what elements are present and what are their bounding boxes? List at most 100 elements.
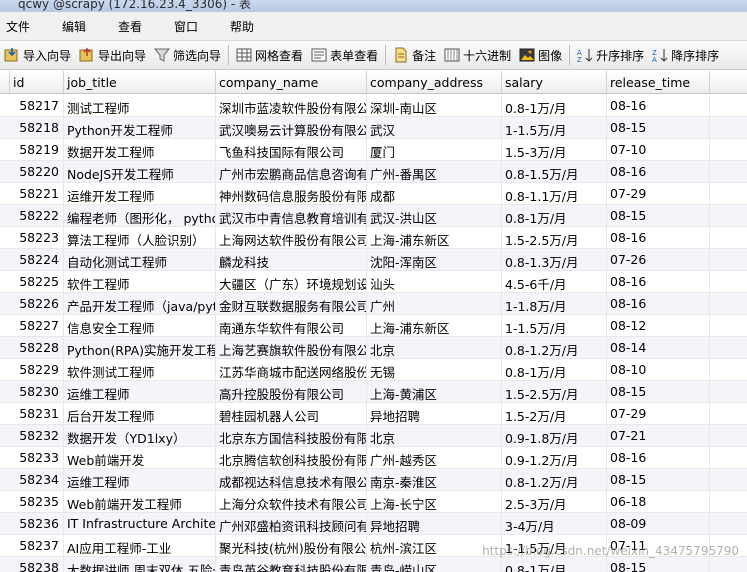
cell-job-title[interactable]: NodeJS开发工程师 [64, 161, 216, 182]
cell-company-name[interactable]: 上海艺赛旗软件股份有限公司 [216, 337, 367, 358]
column-header-release-time[interactable]: release_time [607, 71, 710, 93]
cell-company-address[interactable]: 厦门 [367, 139, 502, 160]
cell-salary[interactable]: 4.5-6千/月 [502, 271, 607, 292]
cell-company-name[interactable]: 麟龙科技 [216, 249, 367, 270]
cell-release-time[interactable]: 07-21 [607, 425, 710, 446]
menu-file[interactable]: 文件 [6, 18, 56, 35]
cell-id[interactable]: 58230 [10, 381, 64, 402]
cell-id[interactable]: 58218 [10, 117, 64, 138]
cell-salary[interactable]: 1-1.8万/月 [502, 293, 607, 314]
column-header-id[interactable]: id [10, 71, 64, 93]
row-gutter[interactable] [0, 337, 10, 358]
table-row[interactable]: 58236 IT Infrastructure Architect 广州邓盛柏资讯科… [0, 513, 747, 535]
row-gutter[interactable] [0, 513, 10, 534]
cell-company-name[interactable]: 大疆区（广东）环境规划设计 [216, 271, 367, 292]
data-grid[interactable]: id job_title company_name company_addres… [0, 71, 747, 572]
hex-button[interactable]: 十六进制 [440, 43, 515, 67]
menu-edit[interactable]: 编辑 [62, 18, 112, 35]
row-gutter[interactable] [0, 227, 10, 248]
cell-job-title[interactable]: 数据开发工程师 [64, 139, 216, 160]
cell-company-address[interactable]: 上海-黄浦区 [367, 381, 502, 402]
cell-salary[interactable]: 0.8-1.5万/月 [502, 161, 607, 182]
cell-company-name[interactable]: 神州数码信息服务股份有限公司 [216, 183, 367, 204]
table-row[interactable]: 58225 软件工程师 大疆区（广东）环境规划设计 汕头 4.5-6千/月 08-16 [0, 271, 747, 293]
cell-id[interactable]: 58234 [10, 469, 64, 490]
cell-job-title[interactable]: Web前端开发工程师 [64, 491, 216, 512]
cell-company-address[interactable]: 沈阳-浑南区 [367, 249, 502, 270]
cell-id[interactable]: 58236 [10, 513, 64, 534]
cell-salary[interactable]: 1.5-2.5万/月 [502, 381, 607, 402]
cell-job-title[interactable]: 运维工程师 [64, 381, 216, 402]
table-row[interactable]: 58219 数据开发工程师 飞鱼科技国际有限公司 厦门 1.5-3万/月 07-10 [0, 139, 747, 161]
cell-release-time[interactable]: 08-16 [607, 227, 710, 248]
cell-release-time[interactable]: 07-26 [607, 249, 710, 270]
cell-id[interactable]: 58232 [10, 425, 64, 446]
table-row[interactable]: 58230 运维工程师 高升控股股份有限公司 上海-黄浦区 1.5-2.5万/月 08-1… [0, 381, 747, 403]
cell-company-address[interactable]: 广州-番禺区 [367, 161, 502, 182]
row-gutter[interactable] [0, 183, 10, 204]
table-row[interactable]: 58231 后台开发工程师 碧桂园机器人公司 异地招聘 1.5-2万/月 07-29 [0, 403, 747, 425]
cell-salary[interactable]: 0.8-1.2万/月 [502, 469, 607, 490]
cell-release-time[interactable]: 08-15 [607, 469, 710, 490]
row-gutter[interactable] [0, 117, 10, 138]
menu-window[interactable]: 窗口 [174, 18, 224, 35]
cell-job-title[interactable]: 软件测试工程师 [64, 359, 216, 380]
cell-company-address[interactable]: 上海-浦东新区 [367, 315, 502, 336]
cell-id[interactable]: 58233 [10, 447, 64, 468]
cell-release-time[interactable]: 07-29 [607, 403, 710, 424]
cell-salary[interactable]: 0.9-1.8万/月 [502, 425, 607, 446]
cell-company-name[interactable]: 北京腾信软创科技股份有限公司 [216, 447, 367, 468]
row-gutter[interactable] [0, 381, 10, 402]
cell-company-name[interactable]: 青岛英谷教育科技股份有限公司 [216, 557, 367, 572]
cell-release-time[interactable]: 08-15 [607, 117, 710, 138]
row-gutter[interactable] [0, 469, 10, 490]
table-row[interactable]: 58227 信息安全工程师 南通东华软件有限公司 上海-浦东新区 1-1.5万/月 08-… [0, 315, 747, 337]
cell-id[interactable]: 58238 [10, 557, 64, 572]
table-row[interactable]: 58220NodeJS开发工程师广州市宏鹏商品信息咨询有限公司广州-番禺区0.8… [0, 161, 747, 183]
row-gutter[interactable] [0, 161, 10, 182]
cell-job-title[interactable]: AI应用工程师-工业 [64, 535, 216, 556]
cell-company-address[interactable]: 上海-浦东新区 [367, 227, 502, 248]
row-gutter[interactable] [0, 557, 10, 572]
cell-salary[interactable]: 0.8-1.1万/月 [502, 183, 607, 204]
cell-id[interactable]: 58228 [10, 337, 64, 358]
cell-release-time[interactable]: 07-10 [607, 139, 710, 160]
cell-job-title[interactable]: Web前端开发 [64, 447, 216, 468]
cell-id[interactable]: 58227 [10, 315, 64, 336]
cell-company-address[interactable]: 北京 [367, 337, 502, 358]
cell-company-name[interactable]: 聚光科技(杭州)股份有限公司 [216, 535, 367, 556]
row-gutter[interactable] [0, 95, 10, 116]
cell-release-time[interactable]: 08-12 [607, 315, 710, 336]
table-row[interactable]: 58229软件测试工程师江苏华商城市配送网络股份有限公司无锡0.8-1万/月08… [0, 359, 747, 381]
cell-job-title[interactable]: IT Infrastructure Architect [64, 513, 216, 534]
row-gutter[interactable] [0, 403, 10, 424]
cell-company-name[interactable]: 上海分众软件技术有限公司 [216, 491, 367, 512]
cell-release-time[interactable]: 07-29 [607, 183, 710, 204]
table-row[interactable]: 58235 Web前端开发工程师 上海分众软件技术有限公司 上海-长宁区 2.5-3万/… [0, 491, 747, 513]
cell-company-name[interactable]: 飞鱼科技国际有限公司 [216, 139, 367, 160]
column-header-salary[interactable]: salary [502, 71, 607, 93]
cell-company-name[interactable]: 成都视达科信息技术有限公司 [216, 469, 367, 490]
cell-company-name[interactable]: 高升控股股份有限公司 [216, 381, 367, 402]
column-header-job-title[interactable]: job_title [64, 71, 216, 93]
cell-job-title[interactable]: 测试工程师 [64, 95, 216, 116]
menu-help[interactable]: 帮助 [230, 18, 280, 35]
cell-salary[interactable]: 0.8-1万/月 [502, 95, 607, 116]
cell-company-name[interactable]: 江苏华商城市配送网络股份有限公司 [216, 359, 367, 380]
row-gutter[interactable] [0, 359, 10, 380]
cell-salary[interactable]: 3-4万/月 [502, 513, 607, 534]
row-gutter[interactable] [0, 293, 10, 314]
cell-id[interactable]: 58217 [10, 95, 64, 116]
cell-id[interactable]: 58231 [10, 403, 64, 424]
cell-id[interactable]: 58229 [10, 359, 64, 380]
form-view-button[interactable]: 表单查看 [307, 43, 382, 67]
sort-asc-button[interactable]: AZ 升序排序 [573, 43, 648, 67]
cell-release-time[interactable]: 08-16 [607, 161, 710, 182]
cell-company-address[interactable]: 异地招聘 [367, 513, 502, 534]
cell-company-address[interactable]: 广州 [367, 293, 502, 314]
row-gutter[interactable] [0, 205, 10, 226]
table-row[interactable]: 58233Web前端开发北京腾信软创科技股份有限公司广州-越秀区0.9-1.2万… [0, 447, 747, 469]
cell-release-time[interactable]: 08-16 [607, 271, 710, 292]
cell-release-time[interactable]: 08-15 [607, 557, 710, 572]
table-row[interactable]: 58224 自动化测试工程师 麟龙科技 沈阳-浑南区 0.8-1.3万/月 07-26 [0, 249, 747, 271]
